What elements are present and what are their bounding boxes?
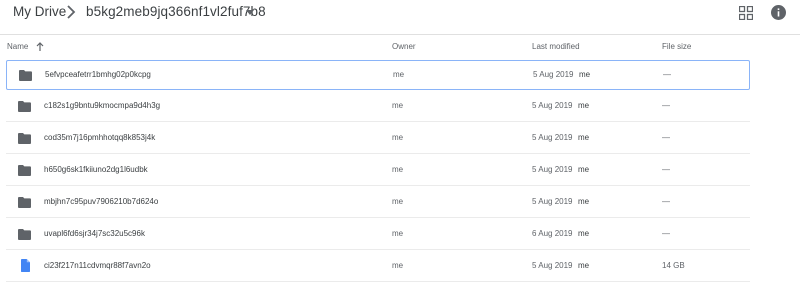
- breadcrumb-current-folder[interactable]: b5kg2meb9jq366nf1vl2fuf7b8: [86, 4, 266, 19]
- column-header-file-size[interactable]: File size: [662, 42, 691, 51]
- modified-by: me: [579, 70, 591, 79]
- owner-cell: me: [392, 261, 404, 270]
- file-name[interactable]: uvapl6fd6sjr34j7sc32u5c96k: [44, 229, 145, 238]
- modified-by: me: [578, 133, 590, 142]
- table-row[interactable]: cod35m7j16pmhhotqq8k853j4k me 5 Aug 2019…: [6, 124, 750, 154]
- file-size-cell: —: [662, 197, 670, 206]
- owner-cell: me: [392, 165, 404, 174]
- modified-by: me: [578, 165, 590, 174]
- chevron-right-icon: [67, 5, 76, 19]
- info-icon[interactable]: [771, 5, 786, 20]
- owner-cell: me: [392, 133, 404, 142]
- file-size-cell: —: [662, 229, 670, 238]
- file-size-cell: —: [663, 70, 671, 79]
- table-row[interactable]: c182s1g9bntu9kmocmpa9d4h3g me 5 Aug 2019…: [6, 92, 750, 122]
- folder-icon: [18, 229, 31, 240]
- document-icon: [21, 259, 30, 272]
- folder-icon: [18, 197, 31, 208]
- modified-by: me: [578, 229, 590, 238]
- modified-date: 5 Aug 2019: [532, 197, 573, 206]
- modified-date: 5 Aug 2019: [532, 165, 573, 174]
- modified-date: 5 Aug 2019: [532, 101, 573, 110]
- breadcrumb-my-drive[interactable]: My Drive: [13, 4, 66, 19]
- column-header-name[interactable]: Name: [7, 42, 28, 51]
- owner-cell: me: [392, 101, 404, 110]
- modified-date: 6 Aug 2019: [532, 229, 573, 238]
- folder-icon: [19, 70, 32, 81]
- file-size-cell: —: [662, 101, 670, 110]
- file-size-cell: 14 GB: [662, 261, 685, 270]
- file-name[interactable]: 5efvpceafetrr1bmhg02p0kcpg: [45, 70, 151, 79]
- column-header-owner[interactable]: Owner: [392, 42, 416, 51]
- arrow-up-icon[interactable]: [36, 42, 44, 51]
- folder-icon: [18, 101, 31, 112]
- owner-cell: me: [392, 229, 404, 238]
- file-size-cell: —: [662, 133, 670, 142]
- modified-date: 5 Aug 2019: [533, 70, 574, 79]
- column-header-last-modified[interactable]: Last modified: [532, 42, 580, 51]
- modified-date: 5 Aug 2019: [532, 133, 573, 142]
- file-size-cell: —: [662, 165, 670, 174]
- folder-icon: [18, 165, 31, 176]
- folder-icon: [18, 133, 31, 144]
- table-row[interactable]: uvapl6fd6sjr34j7sc32u5c96k me 6 Aug 2019…: [6, 220, 750, 250]
- toolbar: My Drive b5kg2meb9jq366nf1vl2fuf7b8: [0, 0, 800, 30]
- modified-by: me: [578, 261, 590, 270]
- grid-view-icon[interactable]: [739, 6, 753, 20]
- table-row[interactable]: ci23f217n11cdvmqr88f7avn2o me 5 Aug 2019…: [6, 252, 750, 282]
- owner-cell: me: [393, 70, 405, 79]
- header-divider: [0, 34, 800, 35]
- chevron-down-icon[interactable]: [246, 10, 254, 15]
- table-row[interactable]: h650g6sk1fkiiuno2dg1l6udbk me 5 Aug 2019…: [6, 156, 750, 186]
- modified-by: me: [578, 101, 590, 110]
- table-row[interactable]: mbjhn7c95puv7906210b7d624o me 5 Aug 2019…: [6, 188, 750, 218]
- table-row[interactable]: 5efvpceafetrr1bmhg02p0kcpg me 5 Aug 2019…: [6, 60, 750, 90]
- modified-date: 5 Aug 2019: [532, 261, 573, 270]
- file-name[interactable]: c182s1g9bntu9kmocmpa9d4h3g: [44, 101, 160, 110]
- file-name[interactable]: ci23f217n11cdvmqr88f7avn2o: [44, 261, 151, 270]
- file-name[interactable]: h650g6sk1fkiiuno2dg1l6udbk: [44, 165, 148, 174]
- owner-cell: me: [392, 197, 404, 206]
- file-name[interactable]: cod35m7j16pmhhotqq8k853j4k: [44, 133, 155, 142]
- file-name[interactable]: mbjhn7c95puv7906210b7d624o: [44, 197, 158, 206]
- modified-by: me: [578, 197, 590, 206]
